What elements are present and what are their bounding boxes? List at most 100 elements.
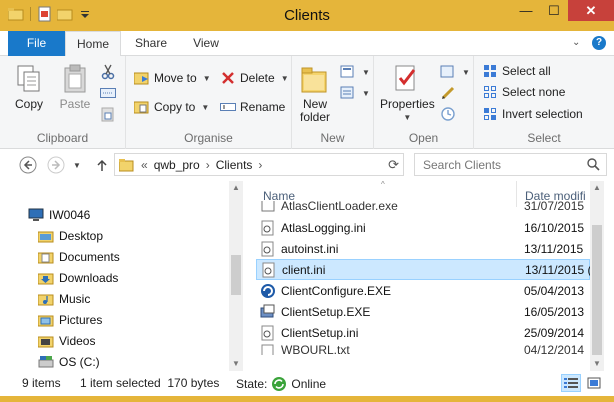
copy-to-button[interactable]: Copy to ▼ [134,99,209,115]
status-bar: 9 items 1 item selected 170 bytes State:… [0,371,614,396]
nav-item-os-drive[interactable]: OS (C:) [38,354,100,370]
window-bottom-border [0,396,614,402]
table-row[interactable]: client.ini 13/11/2015 ( [256,259,590,280]
delete-button[interactable]: Delete ▼ [220,70,289,86]
file-name: WBOURL.txt [281,343,350,355]
table-row[interactable]: ClientSetup.ini 25/09/2014 [256,322,590,343]
tab-share[interactable]: Share [126,31,176,56]
clipboard-group-label: Clipboard [36,131,89,145]
new-folder-button[interactable]: New folder [298,62,332,124]
navigation-pane-scrollbar[interactable]: ▲ ▼ [229,181,243,371]
close-button[interactable]: ✕ [568,0,614,21]
file-list[interactable]: ^ Name Date modifi AtlasClientLoader.exe… [244,181,590,371]
ini-icon [261,262,277,278]
chevron-down-icon: ▼ [403,113,412,122]
breadcrumb-overflow[interactable]: « [141,158,148,172]
file-date: 25/09/2014 [524,325,585,340]
tab-view[interactable]: View [181,31,231,56]
maximize-button[interactable]: ☐ [540,0,568,21]
new-item-button[interactable]: ▼ [340,64,370,80]
toolbar-separator [30,7,31,21]
select-none-button[interactable]: Select none [482,84,565,100]
copy-button[interactable]: Copy [12,62,46,111]
nav-item-videos[interactable]: Videos [38,333,95,349]
paste-shortcut-button[interactable] [100,106,116,122]
chevron-down-icon[interactable]: ⌄ [572,37,584,49]
back-button[interactable] [18,155,38,175]
paste-shortcut-icon [100,106,116,122]
up-button[interactable] [92,155,112,175]
scroll-down-arrow[interactable]: ▼ [590,357,604,371]
breadcrumb-qwb-pro[interactable]: qwb_pro [154,158,200,172]
nav-item-desktop[interactable]: Desktop [38,228,103,244]
tab-home[interactable]: Home [65,31,121,57]
scrollbar-thumb[interactable] [592,225,602,355]
easy-access-button[interactable]: ▼ [340,85,370,101]
invert-selection-button[interactable]: Invert selection [482,106,583,122]
nav-item-documents[interactable]: Documents [38,249,120,265]
details-view-icon [564,378,578,388]
history-button[interactable] [440,106,456,122]
minimize-button[interactable]: — [512,0,540,21]
nav-item-pictures[interactable]: Pictures [38,312,102,328]
rename-button[interactable]: Rename [220,99,285,115]
file-list-scrollbar[interactable]: ▲ ▼ [590,181,604,371]
paste-button[interactable]: Paste [58,62,92,111]
table-row[interactable]: AtlasClientLoader.exe 31/07/2015 [256,201,590,213]
folder-icon [119,158,134,171]
scrollbar-thumb[interactable] [231,255,241,295]
tab-file[interactable]: File [8,31,65,56]
address-bar[interactable]: « qwb_pro › Clients › ⟳ [114,153,404,176]
nav-item-iw0046[interactable]: IW0046 [28,207,90,223]
breadcrumb-clients[interactable]: Clients [216,158,253,172]
file-date: 13/11/2015 [524,241,584,256]
invert-selection-label: Invert selection [502,107,583,121]
table-row[interactable]: AtlasLogging.ini 16/10/2015 [256,217,590,238]
copy-path-button[interactable] [100,85,116,101]
scroll-down-arrow[interactable]: ▼ [229,357,243,371]
customize-toolbar-icon[interactable] [77,6,93,22]
nav-item-downloads[interactable]: Downloads [38,270,118,286]
chevron-right-icon[interactable]: › [258,158,262,172]
details-view-button[interactable] [561,374,581,392]
large-icons-view-button[interactable] [584,374,604,392]
item-count: 9 items [22,376,61,390]
scroll-up-arrow[interactable]: ▲ [229,181,243,195]
recent-locations-button[interactable]: ▼ [72,155,82,175]
search-input[interactable] [423,157,583,172]
select-all-button[interactable]: Select all [482,63,551,79]
folder-icon [38,249,54,265]
properties-label: Properties [380,97,435,111]
help-icon[interactable]: ? [592,36,606,50]
title-bar: Clients — ☐ ✕ [0,0,614,31]
table-row[interactable]: WBOURL.txt 04/12/2014 [256,343,590,355]
table-row[interactable]: ClientSetup.EXE 16/05/2013 [256,301,590,322]
scroll-up-arrow[interactable]: ▲ [590,181,604,195]
search-icon[interactable] [587,158,600,174]
nav-item-label: Desktop [59,229,104,243]
forward-button[interactable] [46,155,66,175]
search-box[interactable] [414,153,607,176]
new-folder-icon[interactable] [57,6,73,22]
properties-button[interactable]: Properties ▼ [380,62,435,124]
nav-item-music[interactable]: Music [38,291,90,307]
chevron-right-icon[interactable]: › [206,158,210,172]
ini-icon [260,220,276,236]
open-button[interactable]: ▼ [440,64,470,80]
cut-button[interactable] [100,64,116,80]
move-to-button[interactable]: Move to ▼ [134,70,211,86]
file-date: 31/07/2015 [524,201,585,213]
properties-icon[interactable] [37,6,53,22]
navigation-pane[interactable]: IW0046 Desktop Documents Downloads Music… [0,181,230,371]
folder-icon[interactable] [8,6,24,22]
chevron-down-icon: ▼ [201,102,210,112]
folder-icon [38,291,54,307]
copy-to-icon [134,99,150,115]
new-folder-label-line2: folder [299,110,331,124]
nav-item-label: IW0046 [49,208,91,222]
refresh-icon[interactable]: ⟳ [388,157,399,173]
edit-button[interactable] [440,85,456,101]
table-row[interactable]: autoinst.ini 13/11/2015 [256,238,590,259]
table-row[interactable]: ClientConfigure.EXE 05/04/2013 [256,280,590,301]
folder-icon [38,312,54,328]
